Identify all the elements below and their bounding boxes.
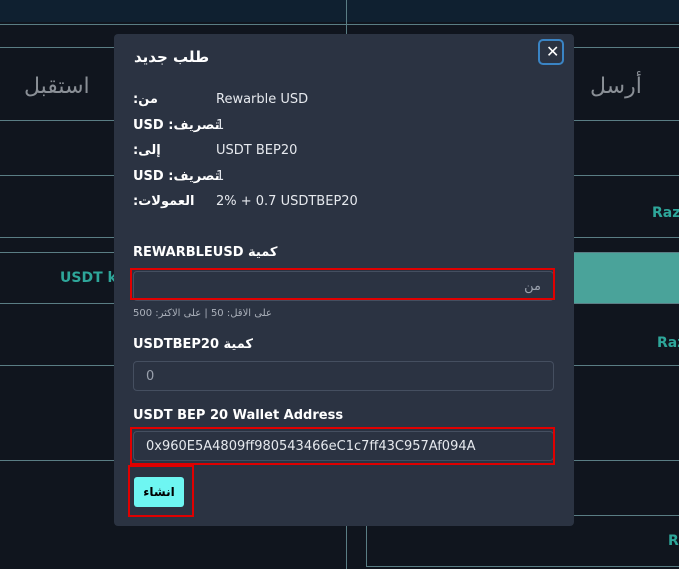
info-label: USD :تصريف: [133, 169, 220, 184]
info-row-fees: :العمولات 2% + 0.7 USDTBEP20: [133, 194, 553, 214]
info-value: USDT BEP20: [216, 143, 298, 158]
list-item-label[interactable]: R: [668, 533, 679, 549]
info-label: :من: [133, 92, 158, 107]
info-row-rate-to: USD :تصريف 1: [133, 169, 553, 189]
divider: [0, 24, 679, 25]
list-item-label[interactable]: USDT k: [60, 270, 117, 286]
wallet-address-label: USDT BEP 20 Wallet Address: [133, 408, 344, 423]
receive-heading: استقبل: [24, 74, 90, 99]
create-button[interactable]: انشاء: [134, 477, 184, 507]
selected-row[interactable]: [573, 253, 679, 303]
info-label: :العمولات: [133, 194, 195, 209]
top-bar: [0, 0, 679, 22]
new-request-modal: طلب جديد ✕ :من Rewarble USD USD :تصريف 1…: [114, 34, 574, 526]
info-row-rate-from: USD :تصريف 1: [133, 118, 553, 138]
close-icon[interactable]: ✕: [538, 39, 564, 65]
modal-title: طلب جديد: [134, 48, 210, 66]
info-label: USD :تصريف: [133, 118, 220, 133]
info-row-from: :من Rewarble USD: [133, 92, 553, 112]
amount-limits-hint: على الاقل: 50 | على الاكثر: 500: [133, 308, 272, 319]
amount-from-input[interactable]: [133, 271, 554, 301]
list-item-label[interactable]: Raz: [652, 205, 679, 221]
amount-to-input[interactable]: [133, 361, 554, 391]
info-value: 2% + 0.7 USDTBEP20: [216, 194, 358, 209]
info-row-to: :إلى USDT BEP20: [133, 143, 553, 163]
info-label: :إلى: [133, 143, 161, 158]
amount-to-label: USDTBEP20 كمية: [133, 337, 253, 352]
list-item-label[interactable]: Raz: [657, 335, 679, 351]
amount-from-label: REWARBLEUSD كمية: [133, 245, 278, 260]
info-value: 1: [216, 169, 225, 184]
send-heading: أرسل: [590, 74, 642, 99]
info-value: Rewarble USD: [216, 92, 309, 107]
info-value: 1: [216, 118, 225, 133]
wallet-address-input[interactable]: [133, 431, 554, 461]
